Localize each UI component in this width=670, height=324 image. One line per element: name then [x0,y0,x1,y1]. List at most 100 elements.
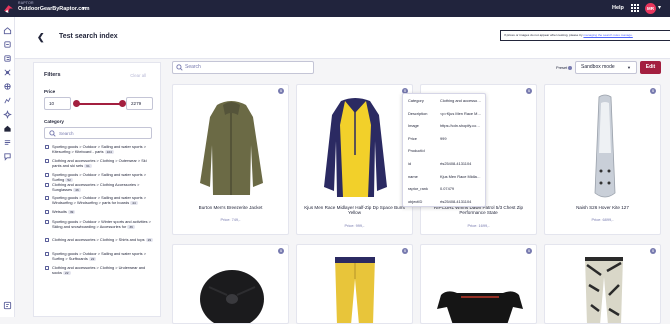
tooltip-row: objectID rts25408-4131104 [408,199,482,212]
category-option[interactable]: Sporting goods > Outdoor > Sailing and w… [44,172,156,183]
product-card[interactable]: i [172,244,289,324]
merchandising-icon[interactable] [3,82,12,91]
price-slider-min-handle[interactable] [73,100,80,107]
product-card[interactable]: i Naish S26 Hover Kite 127 Price: 6899,- [544,84,661,235]
arrow-left-icon[interactable]: ❮ [37,32,45,43]
price-min-input[interactable]: 10 [44,97,71,110]
clear-all-button[interactable]: Clear all [130,73,146,78]
category-checkbox[interactable] [45,145,49,149]
mode-select[interactable]: Sandbox mode ▼ [575,61,637,74]
category-option[interactable]: Clothing and accessories > Clothing > Sh… [44,237,156,242]
notice-text: If prices or images do not appear when t… [504,33,584,37]
search-icon [49,130,56,137]
tooltip-row: Description <p>Kjus Men Race Midlayer Hal… [408,111,482,124]
category-count-badge: 36 [127,225,135,230]
tooltip-row: Image https://cdn.shopify.com/s/files/1..… [408,123,482,136]
category-option[interactable]: Wetsuits 39 [44,209,156,214]
home-icon[interactable] [3,26,12,35]
tooltip-value: https://cdn.shopify.com/s/files/1... [440,123,482,129]
price-slider-track[interactable] [76,103,122,105]
category-count-badge: 44 [130,201,138,206]
product-image [594,94,616,198]
category-checkbox[interactable] [45,220,49,224]
tooltip-row: raptor_rank 0.07479 [408,186,482,199]
info-icon[interactable]: i [650,88,656,94]
info-notice: If prices or images do not appear when t… [500,30,670,41]
tooltip-value: 999 [440,135,447,141]
tooltip-value: 0.07479 [440,186,455,192]
index-icon[interactable] [3,54,12,63]
tooltip-key: id [408,161,412,166]
chat-icon[interactable] [3,152,12,161]
tooltip-row: Category Clothing and accessories > Cloth… [408,98,482,111]
category-option[interactable]: Clothing and accessories > Clothing Acce… [44,182,156,193]
category-checkbox[interactable] [45,173,49,177]
info-icon[interactable]: i [402,248,408,254]
help-link[interactable]: Help [612,5,624,11]
category-option[interactable]: Sporting goods > Outdoor > Sailing and w… [44,144,156,155]
avatar[interactable]: MR [645,3,656,14]
product-card[interactable]: i Kjus Men Race Midlayer Half-Zip Dp Spa… [296,84,413,235]
apps-grid-icon[interactable] [631,4,639,12]
product-card[interactable]: i Burton Men's Breezerite Jacket Price: … [172,84,289,235]
category-label-text: Clothing and accessories > Clothing > Sh… [52,237,145,242]
product-image [335,257,375,323]
category-option[interactable]: Sporting goods > Outdoor > Sailing and w… [44,195,156,206]
category-label-text: Sporting goods > Outdoor > Sailing and w… [52,251,146,262]
product-name: Naish S26 Hover Kite 127 [576,205,629,210]
chevron-down-icon[interactable]: ▾ [658,4,661,11]
category-option[interactable]: Clothing and accessories > Clothing > Un… [44,265,156,276]
category-option[interactable]: Clothing and accessories > Clothing > Ou… [44,158,156,169]
tooltip-key: Image [408,123,419,129]
category-checkbox[interactable] [45,159,49,163]
category-checkbox[interactable] [45,266,49,270]
notice-link[interactable]: managing the search rules manage. [583,33,632,37]
rules-icon[interactable] [3,138,12,147]
category-count-badge: 22 [88,257,97,262]
product-card[interactable]: i [544,244,661,324]
info-icon[interactable]: i [278,88,284,94]
page-title: Test search index [59,33,118,40]
category-label: Category [44,119,64,124]
info-icon[interactable] [568,65,573,70]
info-icon[interactable]: i [526,248,532,254]
category-count-badge: 29 [145,238,154,242]
tooltip-key: ProductId [408,148,425,154]
info-icon[interactable]: i [278,248,284,254]
mode-value: Sandbox mode [581,64,615,70]
category-checkbox[interactable] [45,210,49,214]
help-icon[interactable] [3,301,12,310]
category-search-input[interactable]: Search [44,127,152,139]
product-search-input[interactable]: Search [172,61,314,74]
preset-text: Preset [556,65,568,70]
layers-icon[interactable] [3,40,12,49]
workspace-caption: RAPTOR [18,1,34,5]
info-icon[interactable]: i [526,88,532,94]
tools-icon[interactable] [3,68,12,77]
category-checkbox[interactable] [45,252,49,256]
edit-button[interactable]: Edit [640,61,661,74]
ai-icon[interactable] [3,110,12,119]
top-bar: RAPTOR OutdoorGearByRaptor.com ▾ Help MR… [0,0,670,17]
shop-icon[interactable] [3,124,12,133]
product-details-tooltip: Category Clothing and accessories > Cloth… [402,93,486,207]
category-checkbox[interactable] [45,238,49,242]
analytics-icon[interactable] [3,96,12,105]
price-slider-max-handle[interactable] [119,100,126,107]
product-name: Kjus Men Race Midlayer Half-Zip Dp Space… [304,205,405,216]
product-image [200,101,263,195]
info-icon[interactable]: i [650,248,656,254]
product-image [437,291,523,323]
product-card[interactable]: i [296,244,413,324]
product-price: Price: 749,- [220,217,241,222]
category-checkbox[interactable] [45,183,49,187]
product-card[interactable]: i [420,244,537,324]
category-option[interactable]: Sporting goods > Outdoor > Winter sports… [44,219,156,230]
tooltip-key: name [408,173,418,179]
category-count-badge: 39 [67,210,76,214]
chevron-down-icon[interactable]: ▾ [82,5,85,12]
workspace-name[interactable]: OutdoorGearByRaptor.com [18,6,90,12]
category-option[interactable]: Sporting goods > Outdoor > Sailing and w… [44,251,156,262]
price-max-input[interactable]: 2279 [126,97,153,110]
category-checkbox[interactable] [45,196,49,200]
